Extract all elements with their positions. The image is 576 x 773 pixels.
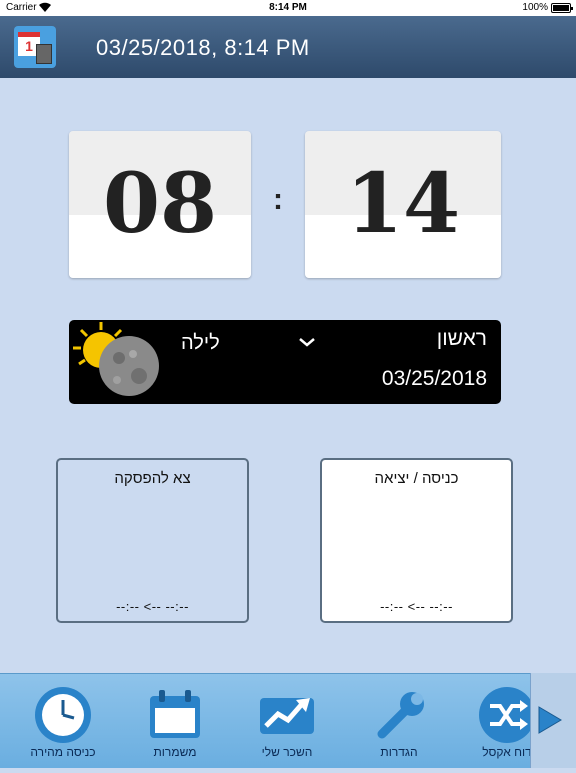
header-datetime: 03/25/2018, 8:14 PM xyxy=(96,35,310,60)
settings-button[interactable]: הגדרות xyxy=(344,674,454,769)
settings-label: הגדרות xyxy=(380,745,418,759)
status-time: 8:14 PM xyxy=(269,2,307,13)
my-salary-button[interactable]: השכר שלי xyxy=(232,674,342,769)
shifts-button[interactable]: משמרות xyxy=(120,674,230,769)
battery-icon xyxy=(551,3,573,13)
entry-exit-box[interactable]: כניסה / יציאה --:-- <-- --:-- xyxy=(320,458,513,623)
quick-entry-button[interactable]: כניסה מהירה xyxy=(8,674,118,769)
current-date: 03/25/2018 xyxy=(381,367,487,390)
shifts-label: משמרות xyxy=(153,745,197,759)
quick-entry-label: כניסה מהירה xyxy=(30,745,96,759)
chevron-down-icon[interactable] xyxy=(296,331,318,353)
bottom-toolbar: כניסה מהירה משמרות השכר שלי הגדרות דוח א… xyxy=(0,673,576,768)
day-panel[interactable]: לילה ראשון 03/25/2018 xyxy=(69,320,501,404)
app-header: 1 03/25/2018, 8:14 PM xyxy=(0,16,576,78)
chart-arrow-icon xyxy=(260,698,314,734)
break-time-range: --:-- <-- --:-- xyxy=(116,599,189,614)
calendar-icon xyxy=(150,690,200,738)
clock-separator: : xyxy=(273,183,283,216)
calendar-calculator-icon[interactable]: 1 xyxy=(14,26,56,68)
shuffle-icon xyxy=(479,687,535,743)
break-box[interactable]: צא להפסקה --:-- <-- --:-- xyxy=(56,458,249,623)
day-period: לילה xyxy=(181,332,220,354)
clock-icon xyxy=(35,687,91,743)
break-label: צא להפסקה xyxy=(114,470,191,487)
entry-exit-label: כניסה / יציאה xyxy=(374,470,459,487)
calculator-icon xyxy=(36,44,52,64)
wrench-icon xyxy=(377,692,424,739)
toolbar-next-button[interactable] xyxy=(530,673,576,768)
weekday: ראשון xyxy=(436,327,487,350)
entry-exit-time-range: --:-- <-- --:-- xyxy=(380,599,453,614)
clock-minutes: 14 xyxy=(305,131,501,278)
my-salary-label: השכר שלי xyxy=(261,745,313,759)
moon-sun-icon xyxy=(73,322,159,396)
clock-hours: 08 xyxy=(69,131,251,278)
status-bar: Carrier 8:14 PM 100% xyxy=(0,0,576,16)
play-arrow-icon xyxy=(538,706,562,734)
battery-percent: 100% xyxy=(522,2,548,13)
